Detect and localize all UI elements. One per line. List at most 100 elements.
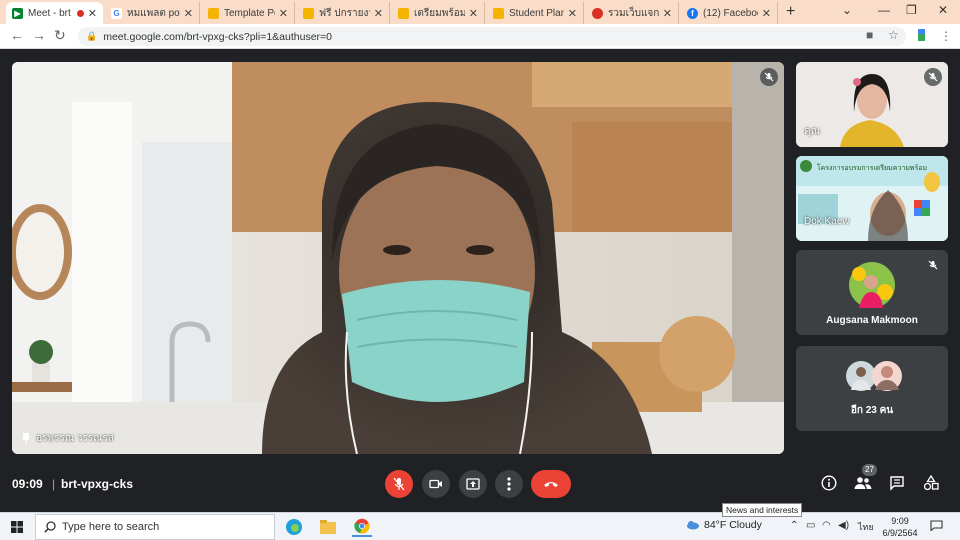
meeting-code: brt-vpxg-cks xyxy=(61,477,134,491)
participant-tile-dok-kaew[interactable]: โครงการอบรมการเตรียมความพร้อม Dok Kaew xyxy=(796,156,948,241)
close-tab-icon[interactable]: ✕ xyxy=(374,7,383,20)
address-url: meet.google.com/brt-vpxg-cks?pli=1&authu… xyxy=(103,30,333,43)
address-bar[interactable]: 🔒 meet.google.com/brt-vpxg-cks?pli=1&aut… xyxy=(78,27,906,46)
file-explorer-icon[interactable] xyxy=(318,517,338,537)
tab-title: ฟรี ปกรายงาน xyxy=(319,7,370,19)
wifi-icon[interactable]: ◠ xyxy=(822,520,831,531)
slide-banner-text: โครงการอบรมการเตรียมความพร้อม xyxy=(816,165,928,172)
more-options-button[interactable] xyxy=(495,470,523,498)
activities-button[interactable] xyxy=(922,474,940,492)
minimize-icon[interactable]: — xyxy=(878,3,890,17)
leave-call-button[interactable] xyxy=(531,470,571,498)
tab-report-cover[interactable]: ฟรี ปกรายงาน ✕ xyxy=(297,2,390,24)
tab-prepare[interactable]: เตรียมพร้อมก่อน ✕ xyxy=(392,2,485,24)
notification-icon[interactable] xyxy=(930,520,943,531)
end-call-icon xyxy=(544,482,558,487)
participant-tile-augsana[interactable]: Augsana Makmoon xyxy=(796,250,948,335)
close-tab-icon[interactable]: ✕ xyxy=(88,7,97,20)
close-tab-icon[interactable]: ✕ xyxy=(279,7,288,20)
windows-start-icon[interactable] xyxy=(11,521,23,533)
tab-google[interactable]: G หมแพลต pow ✕ xyxy=(105,2,200,24)
close-tab-icon[interactable]: ✕ xyxy=(568,7,577,20)
tab-meet[interactable]: ▶ Meet - brt ✕ xyxy=(6,2,103,24)
main-video-frame xyxy=(12,62,784,454)
red-circle-favicon-icon xyxy=(592,7,603,19)
tab-template[interactable]: Template Pow ✕ xyxy=(202,2,295,24)
muted-mic-icon xyxy=(924,256,942,274)
camera-in-use-icon[interactable]: ■ xyxy=(866,28,873,42)
restore-icon[interactable]: ❐ xyxy=(906,3,917,17)
browser-menu-icon[interactable]: ⋮ xyxy=(940,29,952,43)
slides-favicon-icon xyxy=(303,7,314,19)
mic-toggle-button[interactable] xyxy=(385,470,413,498)
participant-tile-others[interactable]: อีก 23 คน xyxy=(796,346,948,431)
activities-icon xyxy=(923,475,939,491)
chat-icon xyxy=(890,476,904,491)
back-icon[interactable]: ← xyxy=(10,27,24,43)
weather-text: 84°F Cloudy xyxy=(704,519,762,531)
tab-title: (12) Facebook xyxy=(703,7,758,19)
main-participant-name: อรพรรณ วรรณรส xyxy=(22,431,114,446)
participant-name-label: อรพรรณ วรรณรส xyxy=(36,433,114,444)
volume-icon[interactable]: ◀) xyxy=(838,520,849,531)
forward-icon[interactable]: → xyxy=(32,27,46,43)
new-tab-button[interactable]: + xyxy=(786,3,795,21)
meet-favicon-icon: ▶ xyxy=(12,7,23,19)
tab-search-icon[interactable]: ⌄ xyxy=(842,3,852,17)
language-indicator[interactable]: ไทย xyxy=(858,520,874,534)
browser-tab-strip: ▶ Meet - brt ✕ G หมแพลต pow ✕ Template P… xyxy=(0,0,960,24)
separator: | xyxy=(52,477,56,491)
bookmark-star-icon[interactable]: ☆ xyxy=(888,28,899,42)
tab-free-web[interactable]: รวมเว็บแจกฟรี ✕ xyxy=(586,2,679,24)
camera-icon xyxy=(429,479,442,489)
tray-chevron-icon[interactable]: ⌃ xyxy=(790,520,798,531)
extension-icon[interactable] xyxy=(916,28,928,42)
tab-title: Template Pow xyxy=(224,7,275,19)
present-icon xyxy=(466,478,480,490)
main-participant-video[interactable]: อรพรรณ วรรณรส xyxy=(12,62,784,454)
meeting-clock: 09:09 xyxy=(12,477,43,491)
tab-title: Meet - brt xyxy=(28,7,71,19)
taskbar-clock[interactable]: 9:09 6/9/2564 xyxy=(880,515,920,539)
tab-title: เตรียมพร้อมก่อน xyxy=(414,7,465,19)
edge-icon[interactable] xyxy=(284,517,304,537)
info-icon xyxy=(821,475,837,491)
others-avatars xyxy=(846,361,902,391)
muted-mic-icon xyxy=(760,68,778,86)
cloud-icon xyxy=(687,521,699,530)
tab-title: หมแพลต pow xyxy=(127,7,180,19)
slides-favicon-icon xyxy=(398,7,409,19)
pin-icon[interactable] xyxy=(22,433,30,444)
chrome-icon[interactable] xyxy=(352,517,372,537)
present-now-button[interactable] xyxy=(459,470,487,498)
close-tab-icon[interactable]: ✕ xyxy=(663,7,672,20)
browser-toolbar: ← → ↻ 🔒 meet.google.com/brt-vpxg-cks?pli… xyxy=(0,24,960,49)
participant-tile-self[interactable]: คุณ xyxy=(796,62,948,147)
meeting-details-button[interactable] xyxy=(820,474,838,492)
close-window-icon[interactable]: ✕ xyxy=(938,3,948,17)
windows-taskbar: Type here to search 84°F Cloudy News and… xyxy=(0,503,960,540)
tile-name-label: คุณ xyxy=(804,126,820,137)
taskbar-date: 6/9/2564 xyxy=(882,528,918,538)
tab-title: รวมเว็บแจกฟรี xyxy=(608,7,659,19)
chat-button[interactable] xyxy=(888,474,906,492)
camera-toggle-button[interactable] xyxy=(422,470,450,498)
tab-student-planner[interactable]: Student Planr ✕ xyxy=(487,2,584,24)
participants-button[interactable] xyxy=(854,474,872,492)
close-tab-icon[interactable]: ✕ xyxy=(762,7,771,20)
taskbar-search-input[interactable]: Type here to search xyxy=(35,514,275,540)
tab-facebook[interactable]: f (12) Facebook ✕ xyxy=(681,2,778,24)
lock-icon: 🔒 xyxy=(86,31,98,41)
close-tab-icon[interactable]: ✕ xyxy=(469,7,478,20)
slides-favicon-icon xyxy=(493,7,504,19)
meet-stage: อรพรรณ วรรณรส คุณ โครงการอบรมการเตรียมคว… xyxy=(0,50,960,512)
mic-off-icon xyxy=(393,477,405,491)
tile-name-label: Dok Kaew xyxy=(804,216,850,227)
news-and-interests-widget[interactable]: 84°F Cloudy xyxy=(686,519,762,531)
reload-icon[interactable]: ↻ xyxy=(54,27,66,44)
taskbar-time: 9:09 xyxy=(891,516,909,526)
muted-mic-icon xyxy=(924,68,942,86)
news-tooltip: News and interests xyxy=(722,503,803,517)
close-tab-icon[interactable]: ✕ xyxy=(184,7,193,20)
network-icon[interactable]: ▭ xyxy=(806,520,815,531)
